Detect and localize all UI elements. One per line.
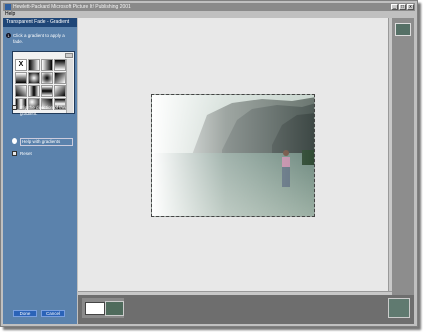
- side-thumbnail-strip: [392, 18, 414, 296]
- gradient-swatch[interactable]: [54, 85, 66, 97]
- blank-thumbnail[interactable]: [85, 302, 105, 315]
- gradient-swatch[interactable]: [15, 72, 27, 84]
- step-instruction: Click a gradient to apply a fade.: [13, 33, 65, 44]
- gradient-swatch[interactable]: [28, 72, 40, 84]
- gradient-swatch[interactable]: X: [15, 59, 27, 71]
- gradient-swatch[interactable]: [54, 72, 66, 84]
- help-gradients-label: Help with gradients: [20, 138, 73, 146]
- tray-thumbnail-group: [82, 298, 124, 318]
- gradient-swatch[interactable]: [41, 59, 53, 71]
- gradient-grid: X: [15, 59, 67, 111]
- pane-header: Transparent Fade - Gradient: [3, 18, 77, 27]
- close-button[interactable]: x: [407, 4, 414, 10]
- tray-right-thumbnail[interactable]: [388, 298, 410, 318]
- gallery-menu-button[interactable]: [65, 53, 73, 58]
- gradient-swatch[interactable]: [28, 85, 40, 97]
- menu-bar: Help: [3, 11, 415, 18]
- flip-direction-label: Flip the direction of the gradient.: [20, 105, 66, 116]
- photo-image: [152, 95, 314, 216]
- canvas-workspace: [78, 18, 388, 291]
- menu-help[interactable]: Help: [5, 11, 15, 18]
- gradient-swatch[interactable]: [15, 85, 27, 97]
- flip-direction-checkbox[interactable]: [12, 105, 17, 110]
- minimize-button[interactable]: _: [391, 4, 398, 10]
- gradient-swatch[interactable]: [54, 59, 66, 71]
- photo-thumbnail[interactable]: [105, 301, 124, 316]
- tray-right-panel: [374, 295, 414, 324]
- pane-title: Transparent Fade - Gradient: [6, 19, 70, 25]
- lightbulb-icon: [12, 138, 17, 144]
- reset-label: Reset: [20, 151, 32, 156]
- app-icon: [5, 4, 11, 10]
- cancel-button[interactable]: Cancel: [41, 310, 65, 317]
- step-number-badge: 1: [6, 33, 11, 38]
- task-pane: Transparent Fade - Gradient 1 Click a gr…: [3, 18, 77, 324]
- side-thumbnail[interactable]: [395, 23, 411, 36]
- gradient-swatch[interactable]: [41, 85, 53, 97]
- title-bar: Hewlett-Packard Microsoft Picture It! Pu…: [3, 3, 415, 11]
- gradient-swatch[interactable]: [28, 59, 40, 71]
- gradient-swatch[interactable]: [41, 72, 53, 84]
- application-window: Hewlett-Packard Microsoft Picture It! Pu…: [0, 0, 418, 327]
- done-button[interactable]: Done: [13, 310, 37, 317]
- window-title: Hewlett-Packard Microsoft Picture It! Pu…: [13, 4, 131, 10]
- photo-with-gradient-fade[interactable]: [151, 94, 315, 217]
- maximize-button[interactable]: □: [399, 4, 406, 10]
- picture-tray: [78, 295, 374, 324]
- reset-checkbox[interactable]: [12, 151, 17, 156]
